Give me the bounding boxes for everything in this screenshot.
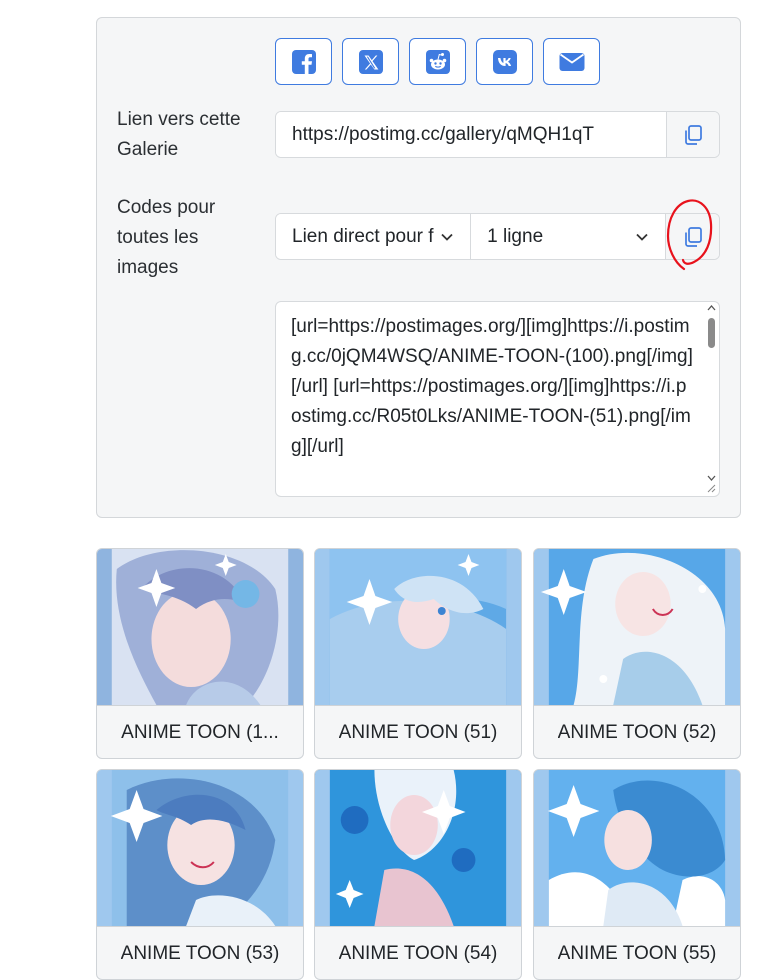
gallery-link-group: [275, 111, 720, 158]
facebook-icon: [291, 49, 316, 74]
thumbnail-caption: ANIME TOON (54): [315, 926, 521, 979]
thumbnail-image: [315, 770, 521, 926]
copy-icon: [685, 124, 702, 145]
x-icon: [358, 49, 383, 74]
reddit-share-button[interactable]: [409, 38, 466, 85]
gallery-card[interactable]: ANIME TOON (54): [314, 769, 522, 980]
format-select-value: Lien direct pour forums: [292, 225, 434, 247]
facebook-share-button[interactable]: [275, 38, 332, 85]
copy-gallery-link-button[interactable]: [666, 112, 719, 157]
copy-codes-button[interactable]: [666, 214, 719, 259]
vk-icon: [492, 49, 517, 74]
email-share-button[interactable]: [543, 38, 600, 85]
reddit-icon: [425, 49, 450, 74]
lines-select[interactable]: 1 ligne: [471, 214, 667, 259]
scrollbar-thumb[interactable]: [708, 318, 715, 348]
scroll-down-icon[interactable]: [707, 474, 716, 482]
lines-select-value: 1 ligne: [487, 225, 544, 247]
codes-label: Codes pour toutes les images: [117, 197, 216, 278]
scroll-up-icon[interactable]: [707, 304, 716, 312]
gallery-card[interactable]: ANIME TOON (51): [314, 548, 522, 759]
gallery-card[interactable]: ANIME TOON (55): [533, 769, 741, 980]
envelope-icon: [559, 52, 584, 71]
textarea-scrollbar[interactable]: [706, 304, 717, 482]
thumbnail-caption: ANIME TOON (53): [97, 926, 303, 979]
thumbnail-image: [534, 770, 740, 926]
gallery-link-input[interactable]: [276, 112, 667, 157]
share-buttons: [275, 38, 600, 85]
x-share-button[interactable]: [342, 38, 399, 85]
thumbnail-caption: ANIME TOON (1...: [97, 705, 303, 758]
thumbnail-caption: ANIME TOON (51): [315, 705, 521, 758]
thumbnail-image: [315, 549, 521, 705]
thumbnail-image: [97, 549, 303, 705]
thumbnail-caption: ANIME TOON (52): [534, 705, 740, 758]
gallery-card[interactable]: ANIME TOON (1...: [96, 548, 304, 759]
codes-textarea[interactable]: [url=https://postimages.org/][img]https:…: [275, 301, 720, 497]
vk-share-button[interactable]: [476, 38, 533, 85]
thumbnail-image: [534, 549, 740, 705]
thumbnail-image: [97, 770, 303, 926]
gallery-link-label: Lien vers cette Galerie: [117, 109, 241, 160]
format-select[interactable]: Lien direct pour forums: [276, 214, 472, 259]
chevron-down-icon: [441, 233, 453, 241]
copy-icon: [684, 226, 702, 247]
chevron-down-icon: [636, 233, 648, 241]
gallery-card[interactable]: ANIME TOON (52): [533, 548, 741, 759]
codes-textarea-text: [url=https://postimages.org/][img]https:…: [291, 316, 693, 457]
thumbnail-caption: ANIME TOON (55): [534, 926, 740, 979]
share-panel: Lien vers cette Galerie Codes pour toute…: [96, 17, 741, 518]
resize-grip-icon[interactable]: [706, 483, 716, 493]
codes-group: Lien direct pour forums 1 ligne: [275, 213, 720, 260]
gallery-card[interactable]: ANIME TOON (53): [96, 769, 304, 980]
